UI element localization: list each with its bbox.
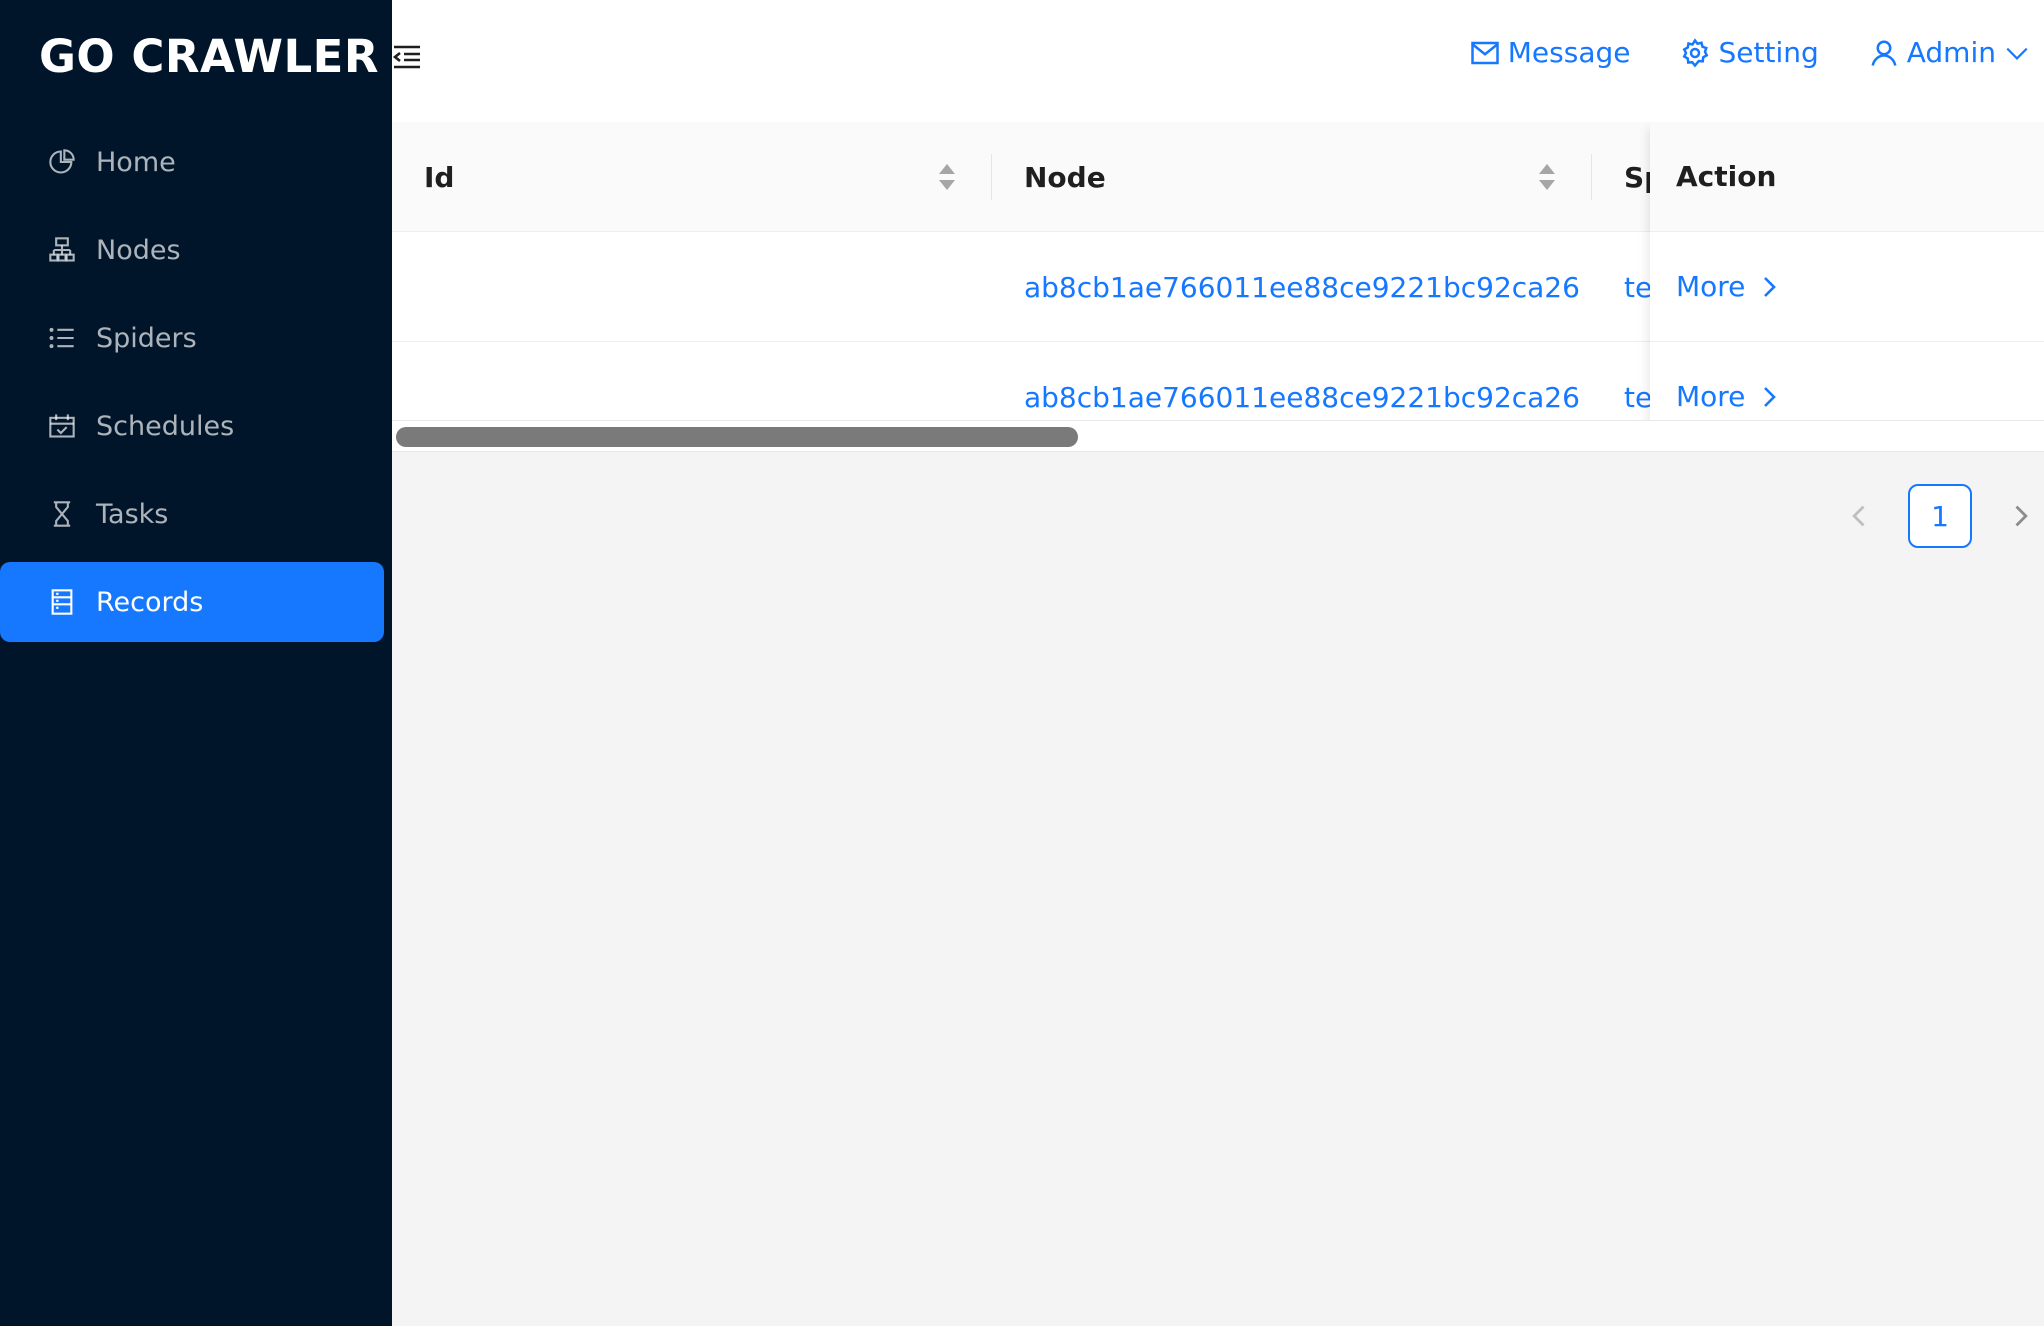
chevron-left-icon [1852, 505, 1865, 527]
more-link[interactable]: More [1676, 380, 1781, 413]
scrollbar-thumb[interactable] [396, 427, 1078, 447]
sidebar-menu: Home Nodes Spiders Schedules Tasks Recor… [0, 122, 392, 650]
more-label: More [1676, 270, 1746, 303]
app-logo: GO CRAWLER [39, 30, 380, 83]
sidebar-item-label: Nodes [96, 234, 181, 266]
sidebar-item-label: Home [96, 146, 176, 178]
hourglass-icon [48, 500, 76, 528]
user-icon [1871, 40, 1897, 66]
sidebar-item-label: Spiders [96, 322, 197, 354]
action-cell: More [1650, 232, 2044, 342]
sidebar: GO CRAWLER Home Nodes Spiders Schedules … [0, 0, 392, 1326]
sidebar-item-spiders[interactable]: Spiders [0, 298, 392, 378]
more-link[interactable]: More [1676, 270, 1781, 303]
column-header-node[interactable]: Node [1024, 122, 1106, 232]
menu-fold-icon[interactable] [392, 44, 422, 70]
top-header: Message Setting Admin [392, 0, 2044, 122]
user-label: Admin [1906, 36, 1996, 69]
schedule-icon [48, 412, 76, 440]
user-menu-button[interactable]: Admin [1869, 36, 2030, 69]
chevron-down-icon [2006, 47, 2028, 60]
sidebar-item-label: Records [96, 586, 204, 618]
chevron-right-icon [1764, 386, 1777, 407]
cell-node-link[interactable]: ab8cb1ae766011ee88ce9221bc92ca26 [1024, 232, 1584, 342]
prev-page-button[interactable] [1846, 502, 1874, 530]
column-header-id[interactable]: Id [424, 122, 454, 232]
message-button[interactable]: Message [1470, 36, 1631, 69]
mail-icon [1471, 41, 1499, 64]
pie-chart-icon [48, 148, 76, 176]
chevron-right-icon [1764, 276, 1777, 297]
sidebar-item-nodes[interactable]: Nodes [0, 210, 392, 290]
sidebar-item-label: Schedules [96, 410, 235, 442]
setting-label: Setting [1718, 36, 1819, 69]
sidebar-item-label: Tasks [96, 498, 169, 530]
database-icon [48, 588, 76, 616]
column-divider [1591, 154, 1592, 200]
sidebar-item-home[interactable]: Home [0, 122, 392, 202]
message-label: Message [1507, 36, 1631, 69]
column-divider [991, 154, 992, 200]
unordered-list-icon [48, 324, 76, 352]
cell-id [424, 232, 964, 342]
setting-button[interactable]: Setting [1680, 36, 1819, 69]
horizontal-scrollbar[interactable] [392, 420, 2044, 452]
chevron-right-icon [2015, 505, 2028, 527]
gear-icon [1683, 37, 1709, 67]
more-label: More [1676, 380, 1746, 413]
app-root: GO CRAWLER Home Nodes Spiders Schedules … [0, 0, 2044, 1326]
sidebar-item-tasks[interactable]: Tasks [0, 474, 392, 554]
page-number-button[interactable]: 1 [1908, 484, 1972, 548]
pagination: 1 [1836, 484, 2044, 548]
records-table: Id Node Sp ab8cb1ae766011ee88ce9221bc92c… [392, 122, 2044, 452]
sidebar-item-records[interactable]: Records [0, 562, 384, 642]
sort-icon[interactable] [937, 162, 957, 192]
sort-icon[interactable] [1537, 162, 1557, 192]
next-page-button[interactable] [2006, 502, 2034, 530]
sidebar-item-schedules[interactable]: Schedules [0, 386, 392, 466]
cluster-icon [48, 236, 76, 264]
action-column-fixed: Action More More [1650, 122, 2044, 452]
header-actions: Message Setting Admin [1420, 36, 2030, 69]
column-header-action: Action [1650, 122, 2044, 232]
